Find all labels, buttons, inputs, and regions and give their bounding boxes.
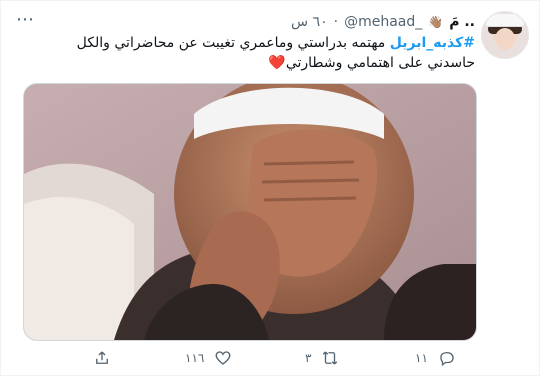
- retweet-button[interactable]: ٣: [305, 347, 339, 369]
- display-name[interactable]: مَ ..: [449, 14, 475, 30]
- tweet-header: مَ .. 👋🏽 @mehaad_ · ٦٠ س: [291, 11, 475, 33]
- avatar-face: [495, 28, 515, 50]
- tweet-actions: ١١ ٣ ١١٦: [85, 347, 465, 369]
- more-icon[interactable]: ⋯: [15, 11, 35, 31]
- like-button[interactable]: ١١٦: [185, 347, 232, 369]
- tweet-time[interactable]: ٦٠ س: [291, 14, 328, 30]
- hand-emoji-icon: 👋🏽: [428, 15, 444, 29]
- heart-icon: [215, 351, 231, 365]
- hashtag-link[interactable]: #كذبه_ابريل: [390, 35, 475, 51]
- tweet-media-image[interactable]: [23, 83, 477, 341]
- share-icon: [96, 351, 108, 364]
- avatar-hat: [486, 14, 524, 27]
- share-button[interactable]: [93, 347, 111, 369]
- reply-count: ١١: [415, 351, 428, 365]
- tweet-card[interactable]: مَ .. 👋🏽 @mehaad_ · ٦٠ س ⋯ #كذبه_ابريل م…: [0, 0, 540, 376]
- retweet-count: ٣: [305, 351, 312, 365]
- retweet-icon: [323, 351, 338, 365]
- reply-icon: [440, 352, 454, 367]
- reply-button[interactable]: ١١: [415, 347, 456, 369]
- heart-emoji: ❤️: [268, 55, 286, 71]
- user-handle[interactable]: @mehaad_: [344, 14, 422, 30]
- like-count: ١١٦: [185, 351, 205, 365]
- tweet-text: #كذبه_ابريل مهتمه بدراستي وماعمري تغيبت …: [35, 33, 475, 73]
- facepalm-image: [24, 84, 476, 340]
- avatar[interactable]: [481, 11, 529, 59]
- separator-dot: ·: [333, 14, 339, 30]
